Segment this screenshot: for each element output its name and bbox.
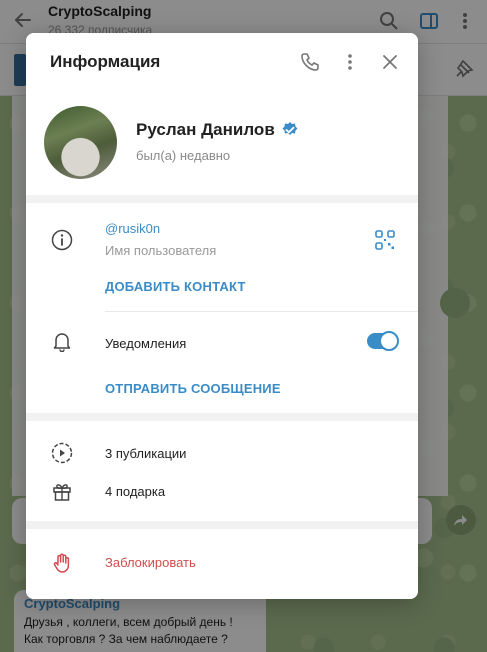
toggle-knob	[379, 331, 399, 351]
username-value[interactable]: @rusik0n	[105, 221, 160, 236]
user-name: Руслан Данилов	[136, 120, 299, 140]
notifications-toggle[interactable]	[367, 331, 399, 351]
more-vertical-icon[interactable]	[337, 49, 363, 75]
user-info-modal: Информация Руслан Данилов был(а) недавно…	[26, 33, 418, 599]
bell-icon	[50, 329, 74, 353]
gift-icon	[50, 479, 74, 503]
profile-section: Информация Руслан Данилов был(а) недавно	[26, 33, 418, 195]
phone-icon[interactable]	[297, 49, 323, 75]
divider	[105, 311, 418, 312]
hand-stop-icon	[50, 551, 74, 575]
block-section: Заблокировать	[26, 529, 418, 599]
username-label: Имя пользователя	[105, 243, 217, 258]
stats-section: 3 публикации 4 подарка	[26, 421, 418, 521]
add-contact-button[interactable]: ДОБАВИТЬ КОНТАКТ	[105, 279, 246, 294]
user-name-text: Руслан Данилов	[136, 120, 275, 139]
notifications-label: Уведомления	[105, 336, 187, 351]
verified-icon	[281, 121, 299, 139]
send-message-button[interactable]: ОТПРАВИТЬ СООБЩЕНИЕ	[105, 381, 281, 396]
modal-title: Информация	[50, 52, 161, 71]
user-status: был(а) недавно	[136, 148, 231, 163]
block-button[interactable]: Заблокировать	[105, 555, 196, 570]
close-icon[interactable]	[377, 49, 403, 75]
info-icon	[50, 228, 74, 252]
publications-link[interactable]: 3 публикации	[105, 446, 186, 461]
qr-code-icon[interactable]	[374, 229, 396, 251]
avatar[interactable]	[44, 106, 117, 179]
stories-icon	[50, 441, 74, 465]
gifts-link[interactable]: 4 подарка	[105, 484, 165, 499]
info-section: @rusik0n Имя пользователя ДОБАВИТЬ КОНТА…	[26, 203, 418, 413]
